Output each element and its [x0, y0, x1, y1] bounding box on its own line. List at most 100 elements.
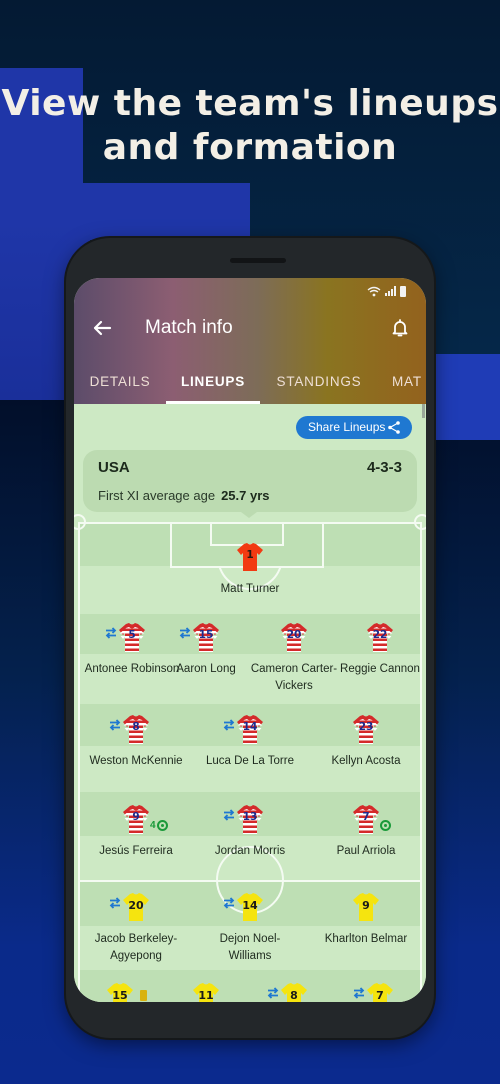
jersey-icon: 11 — [192, 982, 220, 1002]
jersey-number: 14 — [242, 721, 258, 733]
jersey-icon: 20 — [122, 892, 150, 922]
player[interactable]: 11 — [156, 982, 256, 1002]
substitution-icon — [222, 808, 236, 821]
tab-bar: DETAILS LINEUPS STANDINGS MAT — [74, 360, 426, 404]
goal-icon — [380, 820, 391, 831]
jersey-number: 15 — [112, 989, 128, 1002]
jersey-number: 23 — [358, 721, 374, 733]
jersey-icon: 5 — [118, 622, 146, 652]
battery-icon — [400, 285, 406, 297]
player-name: Weston McKennie — [89, 755, 183, 767]
player[interactable]: 9 Kharlton Belmar — [316, 892, 416, 948]
jersey-number: 7 — [362, 811, 370, 823]
arrow-left-icon — [93, 320, 112, 336]
jersey-icon: 9 — [122, 804, 150, 834]
page-title: Match info — [145, 317, 233, 338]
player-name: Matt Turner — [220, 583, 280, 595]
player[interactable]: 22 Reggie Cannon — [330, 622, 426, 678]
jersey-icon: 14 — [236, 714, 264, 744]
player[interactable]: 14 Dejon Noel-Williams — [200, 892, 300, 965]
jersey-icon: 7 — [366, 982, 394, 1002]
player[interactable]: 13 Jordan Morris — [200, 804, 300, 860]
substitution-icon — [352, 986, 366, 999]
player-name: Jacob Berkeley-Agyepong — [94, 933, 178, 962]
tab-matches[interactable]: MAT — [378, 360, 426, 404]
substitution-icon — [222, 896, 236, 909]
tab-lineups[interactable]: LINEUPS — [166, 360, 260, 404]
tab-standings[interactable]: STANDINGS — [260, 360, 378, 404]
substitution-icon — [108, 896, 122, 909]
player[interactable]: 8 Weston McKennie — [86, 714, 186, 770]
player[interactable]: 7 Paul Arriola — [316, 804, 416, 860]
jersey-number: 5 — [128, 629, 136, 641]
average-age: First XI average age 25.7 yrs — [98, 488, 270, 503]
player-name: Jordan Morris — [214, 845, 286, 857]
status-bar — [367, 282, 406, 300]
back-button[interactable] — [90, 316, 114, 340]
player-name: Luca De La Torre — [205, 755, 294, 767]
player[interactable]: 9 4 Jesús Ferreira — [86, 804, 186, 860]
player-name: Kellyn Acosta — [331, 755, 401, 767]
player[interactable]: 20 Jacob Berkeley-Agyepong — [86, 892, 186, 965]
jersey-icon: 8 — [122, 714, 150, 744]
goals-badge — [380, 820, 391, 831]
player[interactable]: 23 Kellyn Acosta — [316, 714, 416, 770]
player[interactable]: 7 — [330, 982, 426, 1002]
notification-button[interactable] — [388, 316, 412, 340]
pitch: 1 Matt Turner 5 Antonee Robinson 15 Aaron L… — [74, 514, 426, 1002]
lineups-content: Share Lineups USA 4-3-3 First XI average… — [74, 404, 426, 1002]
jersey-icon: 23 — [352, 714, 380, 744]
jersey-number: 22 — [372, 629, 388, 641]
jersey-icon: 8 — [280, 982, 308, 1002]
share-lineups-button[interactable]: Share Lineups — [296, 416, 412, 439]
yellow-card-icon — [140, 990, 147, 1001]
player[interactable]: 15 Aaron Long — [156, 622, 256, 678]
jersey-number: 7 — [376, 989, 384, 1002]
jersey-number: 9 — [132, 811, 140, 823]
phone-screen: Match info DETAILS LINEUPS STANDINGS MAT… — [74, 278, 426, 1002]
player-name: Cameron Carter-Vickers — [250, 663, 338, 692]
jersey-number: 13 — [242, 811, 258, 823]
scrollbar[interactable] — [422, 404, 425, 418]
jersey-number: 20 — [128, 899, 144, 912]
team-formation: 4-3-3 — [366, 459, 402, 476]
player-name: Paul Arriola — [336, 845, 396, 857]
jersey-icon: 22 — [366, 622, 394, 652]
player-name: Jesús Ferreira — [99, 845, 173, 857]
jersey-icon: 9 — [352, 892, 380, 922]
substitution-icon — [108, 718, 122, 731]
signal-icon — [385, 286, 396, 296]
jersey-number: 15 — [198, 629, 214, 641]
jersey-icon: 15 — [192, 622, 220, 652]
headline-line-1: View the team's lineups — [1, 83, 499, 124]
jersey-icon: 20 — [280, 622, 308, 652]
jersey-icon: 15 — [106, 982, 134, 1002]
share-icon — [388, 421, 400, 434]
player[interactable]: 20 Cameron Carter-Vickers — [244, 622, 344, 695]
jersey-icon: 13 — [236, 804, 264, 834]
player[interactable]: 1 Matt Turner — [200, 542, 300, 598]
jersey-number: 1 — [246, 549, 254, 561]
bell-icon — [392, 319, 408, 337]
average-age-label: First XI average age — [98, 488, 216, 503]
promo-headline: View the team's lineups and formation — [0, 82, 500, 170]
player[interactable]: 14 Luca De La Torre — [200, 714, 300, 770]
player-name: Aaron Long — [176, 663, 236, 675]
corner-arc — [414, 514, 426, 530]
goals-badge: 4 — [150, 820, 168, 831]
background-block — [430, 354, 500, 440]
average-age-value: 25.7 yrs — [221, 488, 270, 503]
phone-speaker — [230, 258, 286, 263]
jersey-icon: 7 — [352, 804, 380, 834]
player-name: Reggie Cannon — [340, 663, 420, 675]
headline-line-2: and formation — [102, 127, 398, 168]
jersey-icon: 14 — [236, 892, 264, 922]
substitution-icon — [104, 626, 118, 639]
player-name: Kharlton Belmar — [324, 933, 408, 945]
substitution-icon — [178, 626, 192, 639]
tab-details[interactable]: DETAILS — [74, 360, 166, 404]
player[interactable]: 8 — [244, 982, 344, 1002]
phone-frame: Match info DETAILS LINEUPS STANDINGS MAT… — [66, 238, 434, 1038]
jersey-number: 8 — [132, 721, 140, 733]
wifi-icon — [367, 286, 381, 296]
